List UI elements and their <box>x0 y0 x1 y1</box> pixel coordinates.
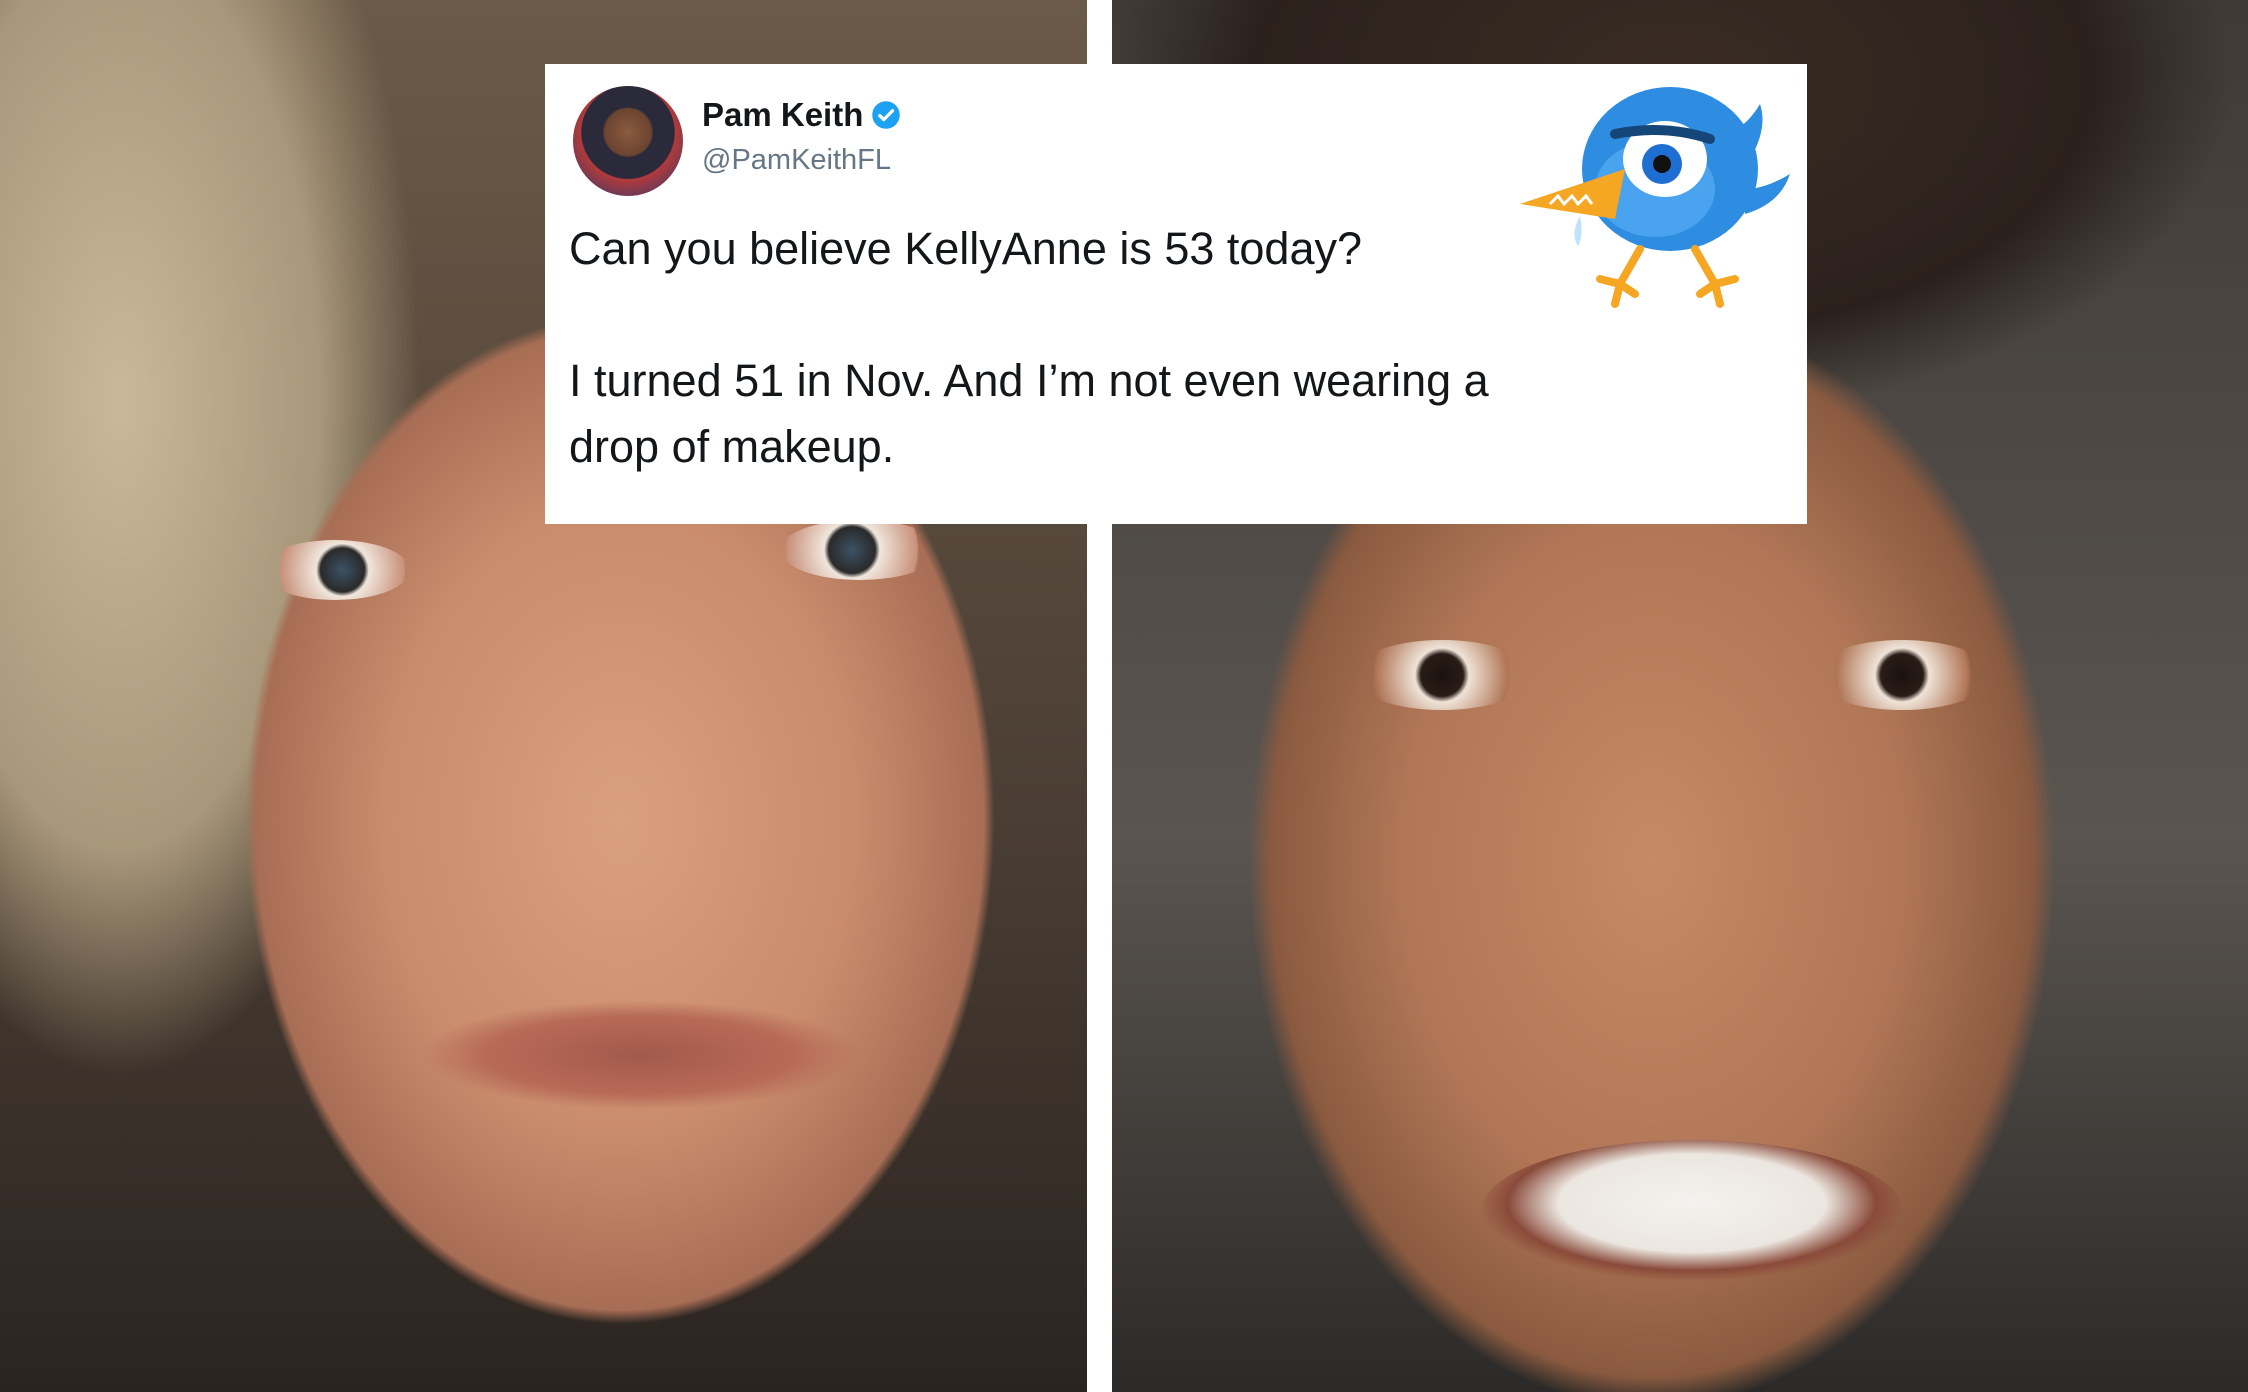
right-eye-right <box>1812 640 1992 710</box>
name-row: Pam Keith <box>702 96 901 134</box>
avatar[interactable] <box>573 86 683 196</box>
angry-bird-mascot-icon <box>1520 87 1790 308</box>
tweet-card: Pam Keith @PamKeithFL Can you believe Ke… <box>545 64 1807 524</box>
user-handle[interactable]: @PamKeithFL <box>702 144 891 177</box>
left-lips <box>420 1000 860 1110</box>
tweet-text-line-1: Can you believe KellyAnne is 53 today? <box>569 223 1363 274</box>
left-eye-right <box>780 520 940 580</box>
verified-badge-icon <box>872 101 901 129</box>
display-name[interactable]: Pam Keith <box>702 96 863 134</box>
right-smile <box>1482 1140 1902 1280</box>
left-eye-left <box>260 540 410 600</box>
tweet-text-line-2: I turned 51 in Nov. And I’m not even wea… <box>569 355 1489 472</box>
right-eye-left <box>1352 640 1532 710</box>
tweet-text: Can you believe KellyAnne is 53 today? I… <box>569 216 1569 480</box>
